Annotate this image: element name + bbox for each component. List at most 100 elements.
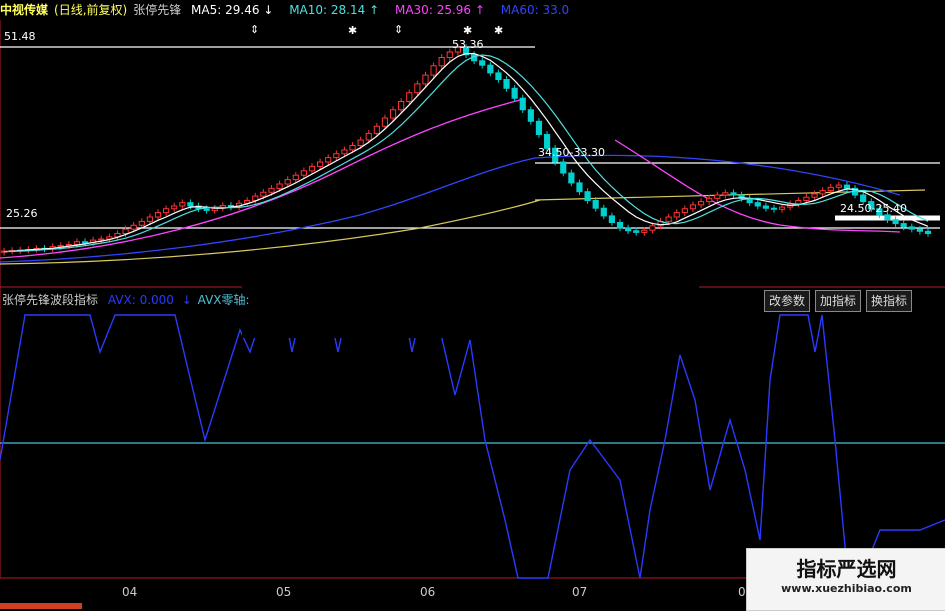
candle-up: [260, 191, 267, 197]
candlesticks: [0, 44, 932, 256]
candle-up: [681, 208, 688, 214]
candle-up: [438, 57, 445, 67]
star-mark: ✱: [348, 24, 357, 37]
candle-down: [487, 64, 494, 74]
candle-up: [779, 206, 786, 210]
support-price-label: 25.26: [6, 207, 38, 220]
candle-up: [381, 117, 389, 127]
signal-markers: ⇕ ✱ ⇕ ✱ ✱: [250, 23, 503, 37]
candle-down: [892, 219, 899, 225]
ma10-value: 28.14: [330, 3, 366, 17]
candle-up: [673, 212, 680, 218]
candle-down: [584, 191, 591, 201]
candle-up: [795, 200, 802, 205]
add-indicator-button[interactable]: 加指标: [815, 290, 862, 312]
watermark-url: www.xuezhibiao.com: [781, 582, 912, 595]
candle-up: [641, 229, 648, 233]
candle-up: [154, 212, 162, 218]
candle-down: [616, 222, 624, 229]
candle-down: [608, 215, 615, 223]
candle-up: [292, 174, 299, 181]
candle-down: [908, 226, 915, 230]
candle-up: [811, 193, 818, 198]
ma5-arrow-icon: ↓: [263, 3, 274, 17]
ma30-line: [0, 99, 521, 259]
candle-up: [317, 161, 324, 167]
ma5-label: MA5:: [191, 3, 222, 17]
candle-up: [422, 74, 429, 85]
x-tick: 07: [572, 585, 587, 599]
candle-down: [900, 223, 907, 228]
candle-down: [495, 72, 502, 81]
candle-up: [349, 145, 356, 151]
period-label: (日线,前复权): [54, 3, 128, 17]
double-arrow-mark: ⇕: [250, 23, 259, 36]
avx-zero-readout: AVX零轴:: [197, 293, 250, 307]
candle-up: [333, 153, 340, 159]
candle-down: [203, 208, 210, 211]
watermark-logo: 指标严选网 www.xuezhibiao.com: [746, 548, 945, 611]
ma30-label: MA30:: [394, 3, 433, 17]
candle-up: [284, 179, 291, 185]
candle-down: [860, 194, 867, 203]
candle-down: [730, 192, 737, 196]
candle-down: [479, 60, 486, 66]
candle-down: [568, 172, 575, 184]
candle-up: [308, 165, 316, 172]
candle-up: [357, 139, 364, 146]
x-tick: 04: [122, 585, 137, 599]
candle-up: [122, 228, 129, 235]
candle-up: [268, 187, 275, 193]
ma10-arrow-icon: ↑: [369, 3, 380, 17]
candle-up: [373, 125, 380, 134]
candle-up: [138, 220, 145, 226]
avx-arrow-icon: ↓: [181, 293, 192, 307]
candle-down: [511, 87, 518, 99]
x-tick: 06: [420, 585, 435, 599]
chart-header: 中视传媒 (日线,前复权) 张停先锋 MA5: 29.46 ↓ MA10: 28.1…: [0, 0, 945, 20]
candle-up: [819, 190, 826, 195]
modify-params-button[interactable]: 改参数: [764, 290, 811, 312]
candle-up: [406, 92, 413, 102]
candle-down: [519, 97, 526, 111]
price-label-top: 51.48: [4, 30, 36, 43]
candle-up: [714, 194, 721, 199]
ma60-readout: MA60: 33.0: [501, 3, 569, 17]
range-label-1: 34.50-33.30: [538, 146, 605, 159]
avx-readout: AVX: 0.000: [107, 293, 174, 307]
candle-up: [827, 186, 834, 192]
switch-indicator-button[interactable]: 换指标: [866, 290, 913, 312]
candle-down: [503, 79, 510, 89]
ma30-readout: MA30: 25.96 ↑: [395, 3, 491, 17]
candle-down: [600, 207, 607, 217]
watermark-title: 指标严选网: [796, 557, 897, 581]
scroll-indicator[interactable]: [0, 603, 82, 609]
candle-up: [325, 157, 332, 163]
candle-down: [843, 184, 851, 189]
ma250-line: [0, 199, 541, 265]
ma5-value: 29.46: [225, 3, 260, 17]
candle-down: [527, 109, 534, 122]
candle-down: [924, 230, 932, 235]
candle-up: [446, 51, 453, 58]
ma30-value: 25.96: [436, 3, 472, 17]
candle-down: [576, 182, 583, 193]
candle-up: [163, 208, 170, 214]
candle-down: [754, 202, 761, 207]
ma10-label: MA10:: [289, 3, 328, 17]
candle-up: [803, 196, 810, 201]
candle-up: [389, 109, 397, 119]
candle-up: [697, 201, 705, 206]
candle-up: [171, 205, 178, 210]
star-mark: ✱: [463, 24, 472, 37]
peak-price-label: 53.36: [452, 38, 484, 51]
candle-up: [98, 238, 105, 241]
candle-up: [179, 202, 186, 207]
candle-down: [81, 241, 89, 244]
candle-up: [276, 183, 283, 189]
x-tick: 05: [276, 585, 291, 599]
candle-up: [365, 132, 372, 141]
candle-up: [398, 101, 405, 111]
ma60-value: 33.0: [542, 3, 570, 17]
stock-name: 中视传媒: [0, 3, 49, 17]
